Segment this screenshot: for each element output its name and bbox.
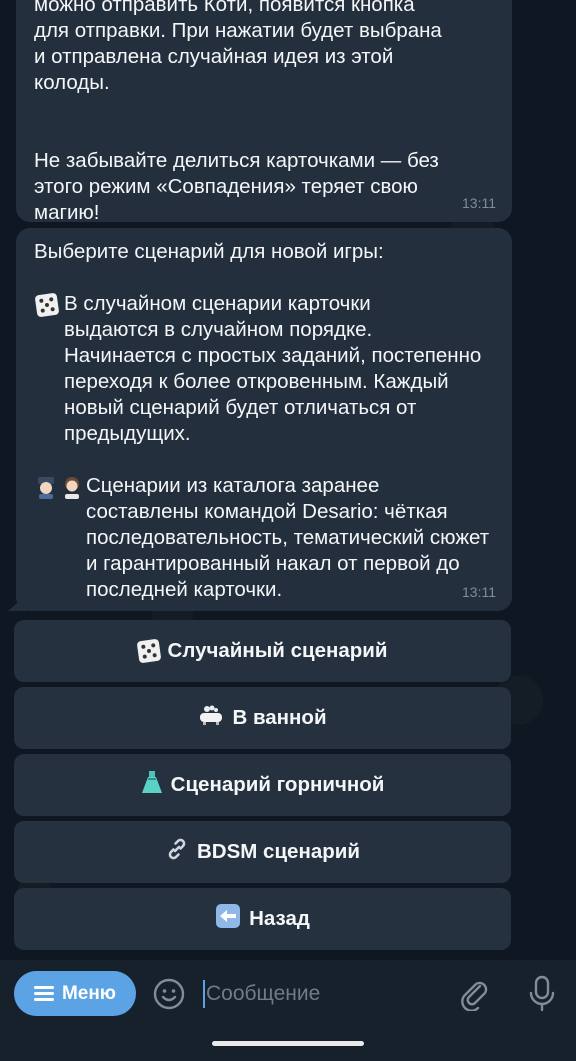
- random-scenario-description: В случайном сценарии карточки выдаются в…: [64, 292, 482, 445]
- button-label: Сценарий горничной: [170, 773, 385, 796]
- maid-scenario-button[interactable]: Сценарий горничной: [14, 754, 511, 816]
- microphone-icon[interactable]: [526, 975, 558, 1013]
- emoji-icon[interactable]: [153, 978, 185, 1010]
- menu-button-label: Меню: [61, 982, 117, 1004]
- message-intro: Выберите сценарий для новой игры:: [34, 240, 384, 263]
- dice-icon: [136, 638, 161, 664]
- menu-button[interactable]: Меню: [14, 971, 136, 1016]
- message-text: можно отправить Коти, появится кнопка дл…: [34, 0, 442, 94]
- police-officer-icon: [34, 475, 58, 506]
- random-scenario-button[interactable]: Случайный сценарий: [14, 620, 511, 682]
- button-label: Назад: [249, 907, 310, 930]
- link-chain-icon: [165, 837, 189, 867]
- message-bubble: Выберите сценарий для новой игры: В случ…: [8, 228, 512, 611]
- dress-icon: [141, 769, 163, 801]
- bathtub-icon: [198, 703, 224, 733]
- home-indicator: [212, 1041, 364, 1046]
- message-input[interactable]: [202, 976, 446, 1012]
- back-arrow-icon: [215, 903, 241, 935]
- bathroom-scenario-button[interactable]: В ванной: [14, 687, 511, 749]
- hamburger-icon: [33, 985, 54, 1002]
- chat-screen: можно отправить Коти, появится кнопка дл…: [0, 0, 576, 1061]
- message-composer: Меню: [0, 960, 576, 1061]
- dice-icon: [34, 292, 60, 318]
- message-timestamp: 13:11: [462, 584, 496, 600]
- catalog-scenario-description: Сценарии из каталога заранее составлены …: [86, 474, 490, 601]
- bdsm-scenario-button[interactable]: BDSM сценарий: [14, 821, 511, 883]
- button-label: Случайный сценарий: [167, 639, 388, 662]
- button-label: В ванной: [232, 706, 327, 729]
- message-bubble: можно отправить Коти, появится кнопка дл…: [16, 0, 512, 224]
- woman-icon: [60, 475, 84, 506]
- button-label: BDSM сценарий: [197, 840, 360, 863]
- text-cursor: [203, 980, 205, 1008]
- back-button[interactable]: Назад: [14, 888, 511, 950]
- message-text: Не забывайте делиться карточками — без э…: [34, 149, 439, 224]
- paperclip-icon[interactable]: [458, 977, 492, 1012]
- message-timestamp: 13:11: [462, 195, 496, 211]
